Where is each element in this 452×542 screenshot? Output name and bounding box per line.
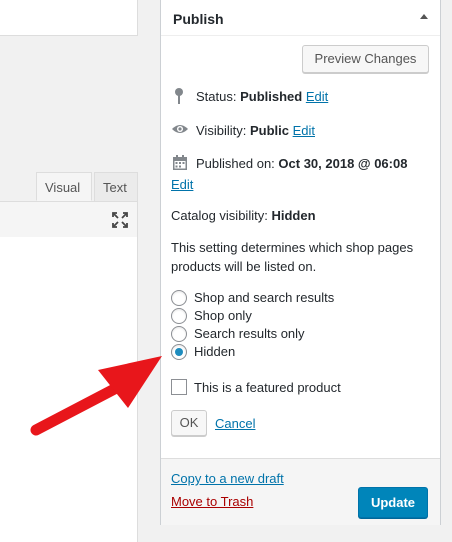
fullscreen-expand-icon[interactable] <box>111 211 129 229</box>
radio-label-search-only[interactable]: Search results only <box>194 326 305 341</box>
radio-hidden[interactable] <box>171 344 187 360</box>
publish-title: Publish <box>173 11 224 27</box>
radio-label-hidden[interactable]: Hidden <box>194 344 235 359</box>
move-to-trash-link[interactable]: Move to Trash <box>171 494 253 509</box>
status-row: Status: Published Edit <box>196 89 328 104</box>
calendar-icon <box>172 155 188 174</box>
eye-icon <box>171 123 189 138</box>
copy-to-draft-link[interactable]: Copy to a new draft <box>171 471 284 486</box>
help-text-line1: This setting determines which shop pages <box>171 240 414 255</box>
published-value: Oct 30, 2018 @ 06:08 <box>278 156 408 171</box>
catalog-label: Catalog visibility: <box>171 208 268 223</box>
post-title-field[interactable] <box>0 0 138 36</box>
preview-changes-button[interactable]: Preview Changes <box>302 45 429 73</box>
help-text-line2: products will be listed on. <box>171 259 317 274</box>
ok-button[interactable]: OK <box>171 410 207 436</box>
edit-date-link[interactable]: Edit <box>171 177 193 192</box>
publish-footer: Copy to a new draft Move to Trash Update <box>161 458 440 525</box>
radio-label-shop-only[interactable]: Shop only <box>194 308 252 323</box>
radio-shop-only[interactable] <box>171 308 187 324</box>
collapse-toggle-icon[interactable] <box>420 14 428 19</box>
featured-checkbox[interactable] <box>171 379 187 395</box>
edit-status-link[interactable]: Edit <box>306 89 328 104</box>
status-label: Status: <box>196 89 237 104</box>
visibility-value: Public <box>249 123 289 138</box>
radio-shop-and-search[interactable] <box>171 290 187 306</box>
publish-box-header[interactable]: Publish <box>161 0 440 36</box>
edit-visibility-link[interactable]: Edit <box>293 123 315 138</box>
radio-search-only[interactable] <box>171 326 187 342</box>
catalog-visibility-row: Catalog visibility: Hidden <box>171 208 316 223</box>
cancel-link[interactable]: Cancel <box>215 416 255 431</box>
annotation-arrow-icon <box>30 356 162 436</box>
status-value: Published <box>240 89 303 104</box>
pin-icon <box>174 87 184 108</box>
published-on-row: Published on: Oct 30, 2018 @ 06:08 <box>196 156 407 171</box>
update-button[interactable]: Update <box>358 487 428 518</box>
featured-label[interactable]: This is a featured product <box>194 380 341 395</box>
published-label: Published on: <box>196 156 275 171</box>
tab-text[interactable]: Text <box>94 172 138 201</box>
catalog-value: Hidden <box>271 208 316 223</box>
editor-toolbar <box>0 201 138 238</box>
visibility-row: Visibility: Public Edit <box>196 123 315 138</box>
tab-visual[interactable]: Visual <box>36 172 92 201</box>
publish-box: Publish Preview Changes Status: Publishe… <box>160 0 441 525</box>
radio-label-shop-and-search[interactable]: Shop and search results <box>194 290 334 305</box>
visibility-label: Visibility: <box>196 123 247 138</box>
